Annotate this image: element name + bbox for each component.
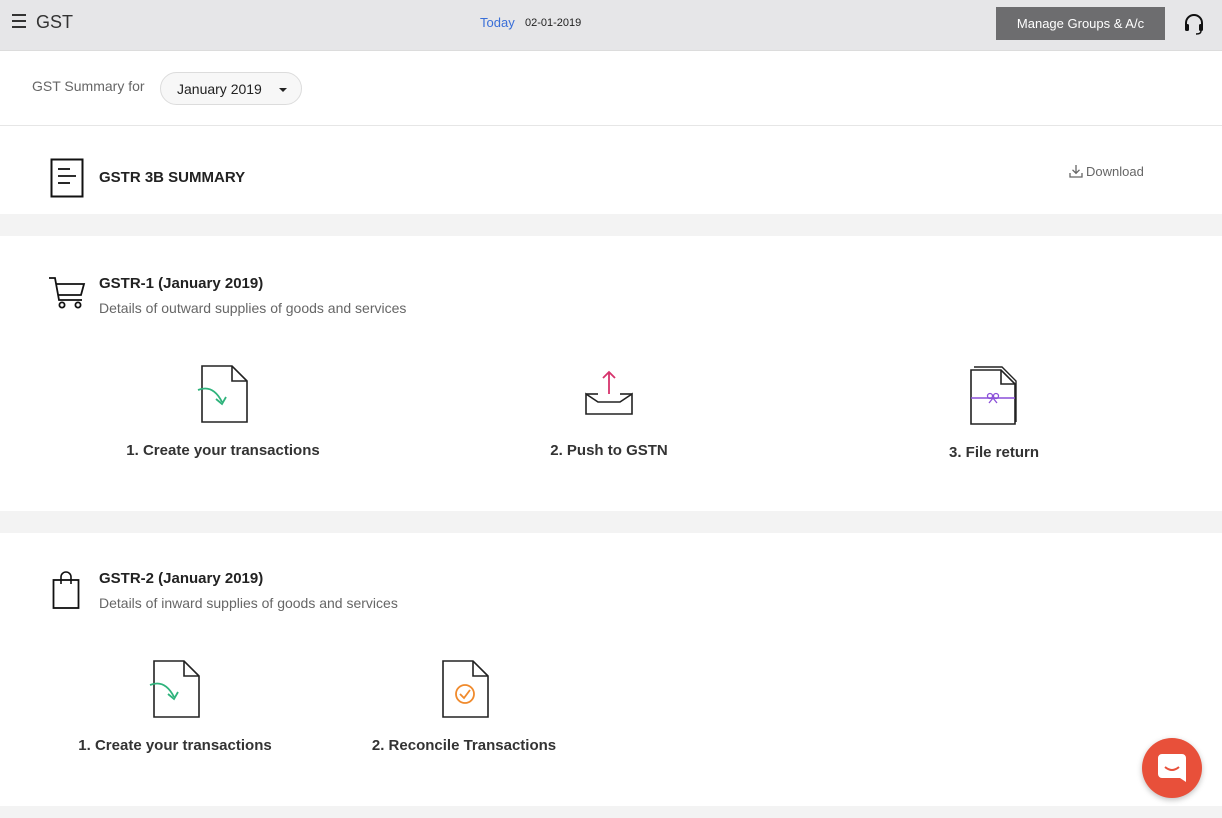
cart-icon bbox=[49, 277, 86, 309]
today-link[interactable]: Today bbox=[480, 15, 515, 30]
document-icon bbox=[50, 158, 84, 198]
summary-bar: GST Summary for January 2019 bbox=[0, 51, 1222, 126]
download-icon bbox=[1069, 165, 1083, 178]
gstr1-step-create-label: 1. Create your transactions bbox=[126, 442, 320, 459]
download-link[interactable]: Download bbox=[1069, 164, 1144, 179]
gstr2-card: GSTR-2 (January 2019) Details of inward … bbox=[0, 533, 1222, 806]
gstr1-subtitle: Details of outward supplies of goods and… bbox=[99, 300, 407, 316]
gstr2-title: GSTR-2 (January 2019) bbox=[99, 570, 264, 587]
gstr1-step-push[interactable]: 2. Push to GSTN bbox=[509, 364, 709, 459]
gstr3b-title: GSTR 3B SUMMARY bbox=[99, 169, 246, 186]
chat-icon bbox=[1158, 754, 1186, 782]
gstr2-step-reconcile-label: 2. Reconcile Transactions bbox=[371, 737, 557, 754]
manage-groups-button[interactable]: Manage Groups & A/c bbox=[996, 7, 1165, 40]
caret-down-icon bbox=[279, 88, 287, 92]
reconcile-icon bbox=[442, 660, 489, 718]
menu-icon[interactable] bbox=[12, 14, 26, 28]
summary-label: GST Summary for bbox=[32, 78, 145, 94]
gstr2-step-create-label: 1. Create your transactions bbox=[78, 737, 272, 754]
download-label: Download bbox=[1086, 164, 1144, 179]
shopping-bag-icon bbox=[52, 571, 80, 609]
gstr2-step-reconcile[interactable]: 2. Reconcile Transactions bbox=[354, 659, 574, 754]
gstr1-step-file[interactable]: 3. File return bbox=[894, 364, 1094, 461]
month-dropdown[interactable]: January 2019 bbox=[160, 72, 302, 105]
month-dropdown-value: January 2019 bbox=[177, 81, 262, 97]
create-transaction-icon bbox=[149, 660, 200, 718]
upload-tray-icon bbox=[585, 370, 633, 415]
gstr1-step-file-label: 3. File return bbox=[948, 444, 1040, 461]
today-date: 02-01-2019 bbox=[525, 17, 582, 29]
chat-launcher-button[interactable] bbox=[1142, 738, 1202, 798]
gstr1-step-create[interactable]: 1. Create your transactions bbox=[98, 364, 348, 459]
create-transaction-icon bbox=[197, 365, 248, 423]
app-title: GST bbox=[36, 12, 74, 32]
gstr1-step-push-label: 2. Push to GSTN bbox=[550, 442, 668, 459]
gstr3b-card: GSTR 3B SUMMARY Download bbox=[0, 126, 1222, 214]
headset-icon[interactable] bbox=[1182, 12, 1206, 36]
gstr2-step-create[interactable]: 1. Create your transactions bbox=[50, 659, 300, 754]
gstr1-title: GSTR-1 (January 2019) bbox=[99, 275, 264, 292]
gstr2-subtitle: Details of inward supplies of goods and … bbox=[99, 595, 398, 611]
gstr1-card: GSTR-1 (January 2019) Details of outward… bbox=[0, 236, 1222, 511]
top-bar: GST Today 02-01-2019 Manage Groups & A/c bbox=[0, 0, 1222, 51]
file-return-icon bbox=[970, 366, 1017, 425]
